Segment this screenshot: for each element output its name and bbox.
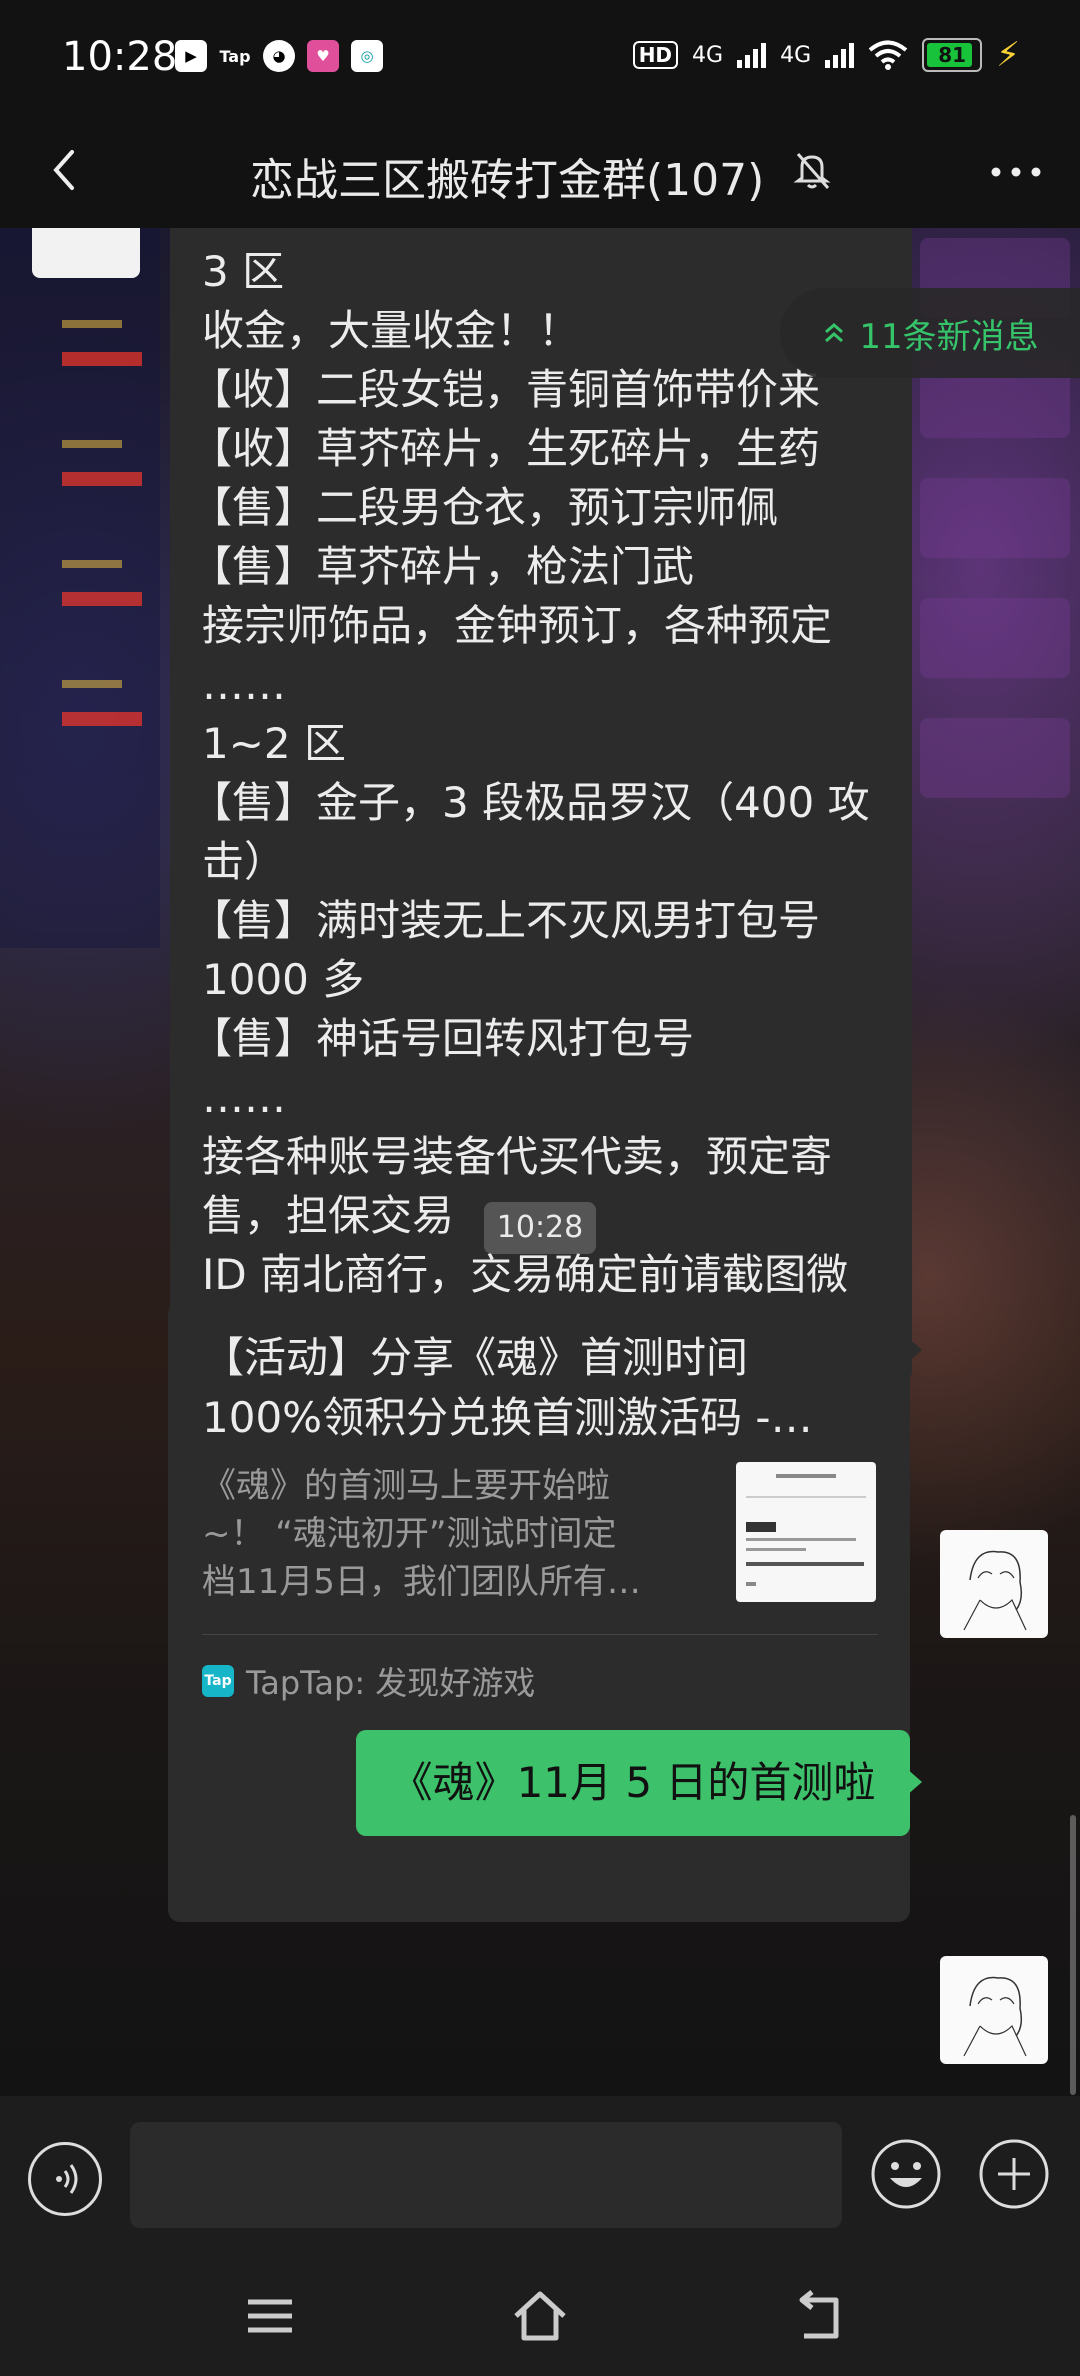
chat-scrollbar[interactable] <box>1070 1815 1076 2095</box>
back-button[interactable] <box>36 140 96 200</box>
status-bar: 10:28 ▶ Tap ◕ ♥ ◎ HD 4G 4G 81 ⚡ <box>0 0 1080 120</box>
network-label-1: 4G <box>692 42 724 68</box>
emoji-button[interactable] <box>870 2138 942 2210</box>
network-label-2: 4G <box>780 42 812 68</box>
chevron-left-icon <box>53 150 74 190</box>
bubble-tail <box>906 1768 922 1796</box>
new-messages-label: 11条新消息 <box>859 316 1039 357</box>
background-image <box>0 228 160 948</box>
input-bar <box>0 2096 1080 2254</box>
post-line: 接各种账号装备代买代卖，预定寄 <box>202 1132 833 1181</box>
voice-button[interactable] <box>28 2142 102 2216</box>
my-avatar[interactable] <box>940 1530 1048 1638</box>
battery-icon: 81 <box>922 38 983 72</box>
notification-icons: ▶ Tap ◕ ♥ ◎ <box>175 40 383 72</box>
chat-title: 恋战三区搬砖打金群(107) <box>250 155 765 206</box>
app-store-icon: ♥ <box>307 40 339 72</box>
post-line: 3 区 <box>202 247 285 296</box>
hd-icon: HD <box>632 41 679 69</box>
more-icon <box>991 167 1041 177</box>
avatar-sketch-icon <box>963 1976 1027 2057</box>
home-icon[interactable] <box>510 2286 570 2346</box>
system-nav-bar <box>0 2254 1080 2376</box>
clock: 10:28 <box>62 34 178 80</box>
share-card-desc-line: 档11月5日，我们团队所有… <box>202 1562 641 1602</box>
post-line: 【售】二段男仓衣，预订宗师佩 <box>190 483 779 532</box>
system-indicators: HD 4G 4G 81 ⚡ <box>632 35 1020 75</box>
avatar-sketch-icon <box>963 1550 1027 1631</box>
my-message-bubble[interactable]: 《魂》11月 5 日的首测啦 <box>356 1730 910 1836</box>
mobile-icon: ◎ <box>351 40 383 72</box>
sender-avatar[interactable] <box>32 228 140 278</box>
post-line: 接宗师饰品，金钟预订，各种预定 <box>202 601 833 650</box>
post-line: 【售】草芥碎片，枪法门武 <box>190 542 695 591</box>
signal-icon-2 <box>825 42 855 68</box>
post-line: 【售】神话号回转风打包号 <box>190 1014 695 1063</box>
share-card-source-label: TapTap: 发现好游戏 <box>246 1664 536 1702</box>
voice-icon <box>56 2164 78 2194</box>
chat-header: 恋战三区搬砖打金群(107) <box>0 120 1080 228</box>
more-options-button[interactable] <box>988 142 1044 215</box>
message-input[interactable] <box>130 2122 842 2228</box>
share-card-title: 【活动】分享《魂》首测时间 100%领积分兑换首测激活码 -… <box>202 1328 882 1448</box>
share-card-description: 《魂》的首测马上要开始啦 ~！ “魂沌初开”测试时间定 档11月5日，我们团队所… <box>202 1462 702 1606</box>
divider <box>202 1634 878 1635</box>
share-card-desc-line: ~！ “魂沌初开”测试时间定 <box>202 1514 617 1554</box>
post-line: …… <box>202 660 286 709</box>
charging-icon: ⚡ <box>996 35 1020 75</box>
taptap-icon: Tap <box>219 46 251 66</box>
post-line: …… <box>202 1073 286 1122</box>
post-line: 击） <box>202 837 287 886</box>
taptap-logo-icon: Tap <box>202 1665 234 1697</box>
share-card-desc-line: 《魂》的首测马上要开始啦 <box>202 1466 610 1506</box>
share-card-title-line: 【活动】分享《魂》首测时间 <box>202 1333 749 1382</box>
mute-bell-icon <box>793 153 831 189</box>
post-line: 【售】金子，3 段极品罗汉（400 攻 <box>190 778 870 827</box>
post-line: 1~2 区 <box>202 719 346 768</box>
plus-button[interactable] <box>978 2138 1050 2210</box>
post-line: 【收】草芥碎片，生死碎片，生药 <box>190 424 821 473</box>
cat-icon: ◕ <box>263 40 295 72</box>
battery-level: 81 <box>938 43 967 67</box>
share-card-title-line: 100%领积分兑换首测激活码 -… <box>202 1393 813 1442</box>
post-line: 1000 多 <box>202 955 365 1004</box>
wifi-icon <box>868 40 908 70</box>
play-store-icon: ▶ <box>175 40 207 72</box>
signal-icon <box>737 42 767 68</box>
my-avatar[interactable] <box>940 1956 1048 2064</box>
share-card-thumbnail <box>736 1462 876 1602</box>
double-chevron-up-icon <box>825 323 844 343</box>
message-timestamp: 10:28 <box>484 1202 596 1254</box>
new-messages-button[interactable]: 11条新消息 <box>780 288 1080 378</box>
share-card-source: Tap TapTap: 发现好游戏 <box>202 1658 535 1704</box>
background-screens-graphic <box>0 228 160 948</box>
bubble-tail <box>906 1336 922 1364</box>
menu-icon[interactable] <box>240 2286 300 2346</box>
post-line: 【售】满时装无上不灭风男打包号 <box>190 896 821 945</box>
back-nav-icon[interactable] <box>790 2286 850 2346</box>
